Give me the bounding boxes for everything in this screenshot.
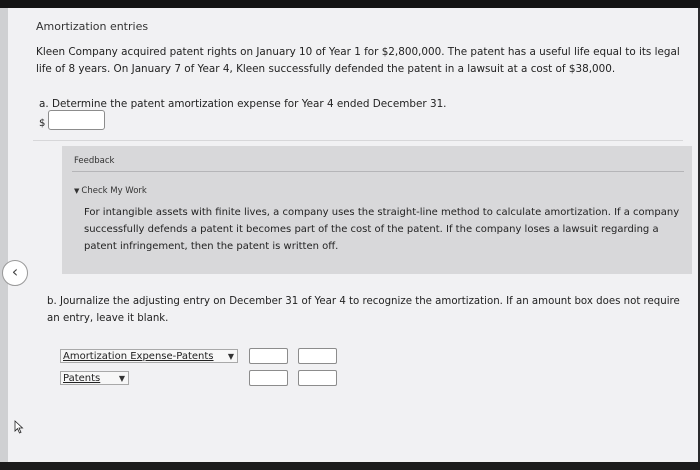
page-title: Amortization entries: [36, 20, 148, 33]
check-my-work-toggle[interactable]: ▼Check My Work: [74, 186, 147, 196]
monitor-top-bezel: [0, 0, 700, 8]
collapse-triangle-icon: ▼: [74, 187, 79, 195]
feedback-divider: [72, 171, 684, 172]
feedback-panel: Feedback ▼Check My Work For intangible a…: [62, 146, 692, 274]
caret-down-icon: ▼: [119, 372, 125, 385]
monitor-bottom-bezel: [0, 462, 700, 470]
account-select-row-2[interactable]: Patents ▼: [60, 371, 129, 385]
account-select-value: Amortization Expense-Patents: [63, 351, 214, 362]
chevron-left-icon[interactable]: ‹: [2, 260, 28, 286]
mouse-pointer-icon: [14, 420, 24, 434]
problem-panel: Amortization entries Kleen Company acqui…: [8, 8, 698, 462]
problem-description: Kleen Company acquired patent rights on …: [36, 44, 688, 78]
currency-symbol: $: [39, 118, 45, 129]
section-divider: [33, 140, 683, 141]
feedback-label: Feedback: [74, 156, 114, 166]
account-select-row-1[interactable]: Amortization Expense-Patents ▼: [60, 349, 238, 363]
part-b-question: b. Journalize the adjusting entry on Dec…: [47, 293, 687, 327]
amortization-amount-input[interactable]: [48, 110, 105, 130]
check-my-work-label: Check My Work: [81, 186, 146, 196]
account-select-value: Patents: [63, 373, 100, 384]
left-gutter: [0, 8, 8, 462]
caret-down-icon: ▼: [228, 350, 234, 363]
credit-input-row-1[interactable]: [298, 348, 337, 364]
part-a-question: a. Determine the patent amortization exp…: [39, 98, 447, 110]
debit-input-row-2[interactable]: [249, 370, 288, 386]
feedback-text: For intangible assets with finite lives,…: [84, 204, 684, 255]
debit-input-row-1[interactable]: [249, 348, 288, 364]
credit-input-row-2[interactable]: [298, 370, 337, 386]
